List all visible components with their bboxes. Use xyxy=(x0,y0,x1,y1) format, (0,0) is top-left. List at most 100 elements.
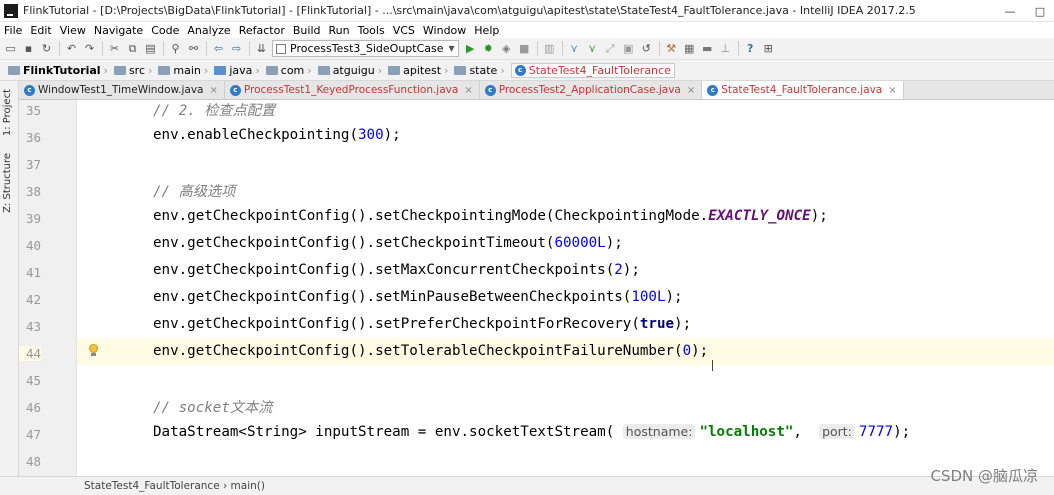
open-icon[interactable]: ▭ xyxy=(3,41,18,56)
minimize-button[interactable]: — xyxy=(996,0,1024,22)
back-icon[interactable]: ↶ xyxy=(64,41,79,56)
menu-help[interactable]: Help xyxy=(474,24,499,37)
toolbar-divider xyxy=(206,41,207,56)
help-icon[interactable]: ? xyxy=(743,41,758,56)
menu-vcs[interactable]: VCS xyxy=(393,24,415,37)
sdk-icon[interactable]: ▬ xyxy=(700,41,715,56)
tab-processtest1[interactable]: c ProcessTest1_KeyedProcessFunction.java × xyxy=(225,81,480,99)
line-number: 35 xyxy=(25,103,41,118)
code-text: ); xyxy=(810,208,828,224)
string-literal: "localhost" xyxy=(699,424,794,440)
close-icon[interactable]: × xyxy=(464,85,472,96)
replace-icon[interactable]: ⚯ xyxy=(186,41,201,56)
project-tool-tab[interactable]: 1: Project xyxy=(2,89,13,136)
close-icon[interactable]: × xyxy=(888,85,896,96)
editor-path[interactable]: StateTest4_FaultTolerance › main() xyxy=(84,480,265,492)
menu-code[interactable]: Code xyxy=(151,24,179,37)
breadcrumb-apitest[interactable]: apitest › xyxy=(388,64,452,77)
folder-icon xyxy=(8,65,20,75)
close-icon[interactable]: × xyxy=(687,85,695,96)
code-text: env.getCheckpointConfig().setTolerableCh… xyxy=(153,343,683,359)
menu-tools[interactable]: Tools xyxy=(358,24,385,37)
code-editor[interactable]: // 2. 检查点配置 env.enableCheckpointing(300)… xyxy=(77,100,1054,476)
menu-refactor[interactable]: Refactor xyxy=(239,24,285,37)
save-icon[interactable]: ▪ xyxy=(21,41,36,56)
number-literal: 0 xyxy=(682,343,692,359)
code-line-42: env.getCheckpointConfig().setMinPauseBet… xyxy=(77,284,1054,311)
breadcrumb-atguigu[interactable]: atguigu › xyxy=(317,64,386,77)
tab-statetest4[interactable]: c StateTest4_FaultTolerance.java × xyxy=(702,81,904,99)
code-text: ); xyxy=(622,262,640,278)
breadcrumb-com[interactable]: com › xyxy=(265,64,316,77)
editor-tabs: c WindowTest1_TimeWindow.java × c ProcessTe… xyxy=(19,81,1054,100)
code-line-35: // 2. 检查点配置 xyxy=(77,100,1054,122)
breadcrumb-class[interactable]: c StateTest4_FaultTolerance xyxy=(510,62,675,78)
code-text: env.getCheckpointConfig().setCheckpointT… xyxy=(153,235,555,251)
breadcrumb-project[interactable]: FlinkTutorial › xyxy=(8,64,112,77)
project-structure-icon[interactable]: ▦ xyxy=(682,41,697,56)
parameter-hint: hostname: xyxy=(622,424,696,439)
debug-icon[interactable]: ✸ xyxy=(481,41,496,56)
breadcrumb-state[interactable]: state › xyxy=(454,64,508,77)
folder-icon xyxy=(317,65,330,75)
menu-run[interactable]: Run xyxy=(329,24,350,37)
line-number: 44 xyxy=(19,346,41,361)
class-icon: c xyxy=(484,84,496,96)
code-line-41: env.getCheckpointConfig().setMaxConcurre… xyxy=(77,257,1054,284)
code-line-46: // socket文本流 xyxy=(77,392,1054,419)
coverage-icon[interactable]: ◈ xyxy=(499,41,514,56)
breadcrumb-java[interactable]: java › xyxy=(214,64,263,77)
menu-navigate[interactable]: Navigate xyxy=(94,24,143,37)
menu-build[interactable]: Build xyxy=(293,24,321,37)
find-icon[interactable]: ⚲ xyxy=(168,41,183,56)
tab-windowtest1[interactable]: c WindowTest1_TimeWindow.java × xyxy=(19,81,225,99)
stop-icon[interactable]: ■ xyxy=(517,41,532,56)
nav-forward-icon[interactable]: ⇨ xyxy=(229,41,244,56)
history-icon[interactable]: ▣ xyxy=(621,41,636,56)
sync-icon[interactable]: ↻ xyxy=(39,41,54,56)
folder-icon xyxy=(265,65,278,75)
watermark: CSDN @脑瓜凉 xyxy=(930,467,1038,485)
run-config-icon xyxy=(276,43,286,54)
run-configuration-select[interactable]: ProcessTest3_SideOuptCase ▼ xyxy=(272,40,459,57)
menu-view[interactable]: View xyxy=(60,24,86,37)
menu-file[interactable]: File xyxy=(4,24,22,37)
make-icon[interactable]: ⇊ xyxy=(254,41,269,56)
revert-icon[interactable]: ↺ xyxy=(639,41,654,56)
lightbulb-icon[interactable] xyxy=(89,344,99,356)
settings-icon[interactable]: ⚒ xyxy=(664,41,679,56)
breadcrumb-src[interactable]: src › xyxy=(113,64,156,77)
menu-edit[interactable]: Edit xyxy=(30,24,51,37)
paste-icon[interactable]: ▤ xyxy=(143,41,158,56)
vcs-update-icon[interactable]: ⋎ xyxy=(567,41,582,56)
class-icon: c xyxy=(24,84,35,96)
breadcrumb-main[interactable]: main › xyxy=(158,64,212,77)
tab-processtest2[interactable]: c ProcessTest2_ApplicationCase.java × xyxy=(480,81,703,99)
run-icon[interactable]: ▶ xyxy=(463,41,478,56)
menu-window[interactable]: Window xyxy=(423,24,466,37)
intellij-app-icon xyxy=(4,3,18,18)
copy-icon[interactable]: ⧉ xyxy=(125,41,140,56)
code-text: env.getCheckpointConfig().setCheckpointi… xyxy=(153,208,709,224)
vcs-icon[interactable]: ⊥ xyxy=(718,41,733,56)
compare-icon[interactable]: ⤢ xyxy=(603,41,618,56)
nav-back-icon[interactable]: ⇦ xyxy=(211,41,226,56)
close-icon[interactable]: × xyxy=(209,85,217,96)
cut-icon[interactable]: ✂ xyxy=(107,41,122,56)
line-number: 47 xyxy=(25,427,41,442)
menu-analyze[interactable]: Analyze xyxy=(187,24,230,37)
folder-icon xyxy=(113,65,126,75)
structure-tool-tab[interactable]: Z: Structure xyxy=(2,153,13,213)
line-number: 43 xyxy=(25,319,41,334)
build-icon[interactable]: ▥ xyxy=(542,41,557,56)
maximize-button[interactable]: □ xyxy=(1026,0,1054,22)
code-text: ); xyxy=(383,127,401,143)
vcs-commit-icon[interactable]: ⋎ xyxy=(585,41,600,56)
code-text: env.enableCheckpointing( xyxy=(153,127,358,143)
plugin-icon[interactable]: ⊞ xyxy=(761,41,776,56)
folder-icon xyxy=(388,65,401,75)
line-number: 36 xyxy=(25,130,41,145)
forward-icon[interactable]: ↷ xyxy=(82,41,97,56)
